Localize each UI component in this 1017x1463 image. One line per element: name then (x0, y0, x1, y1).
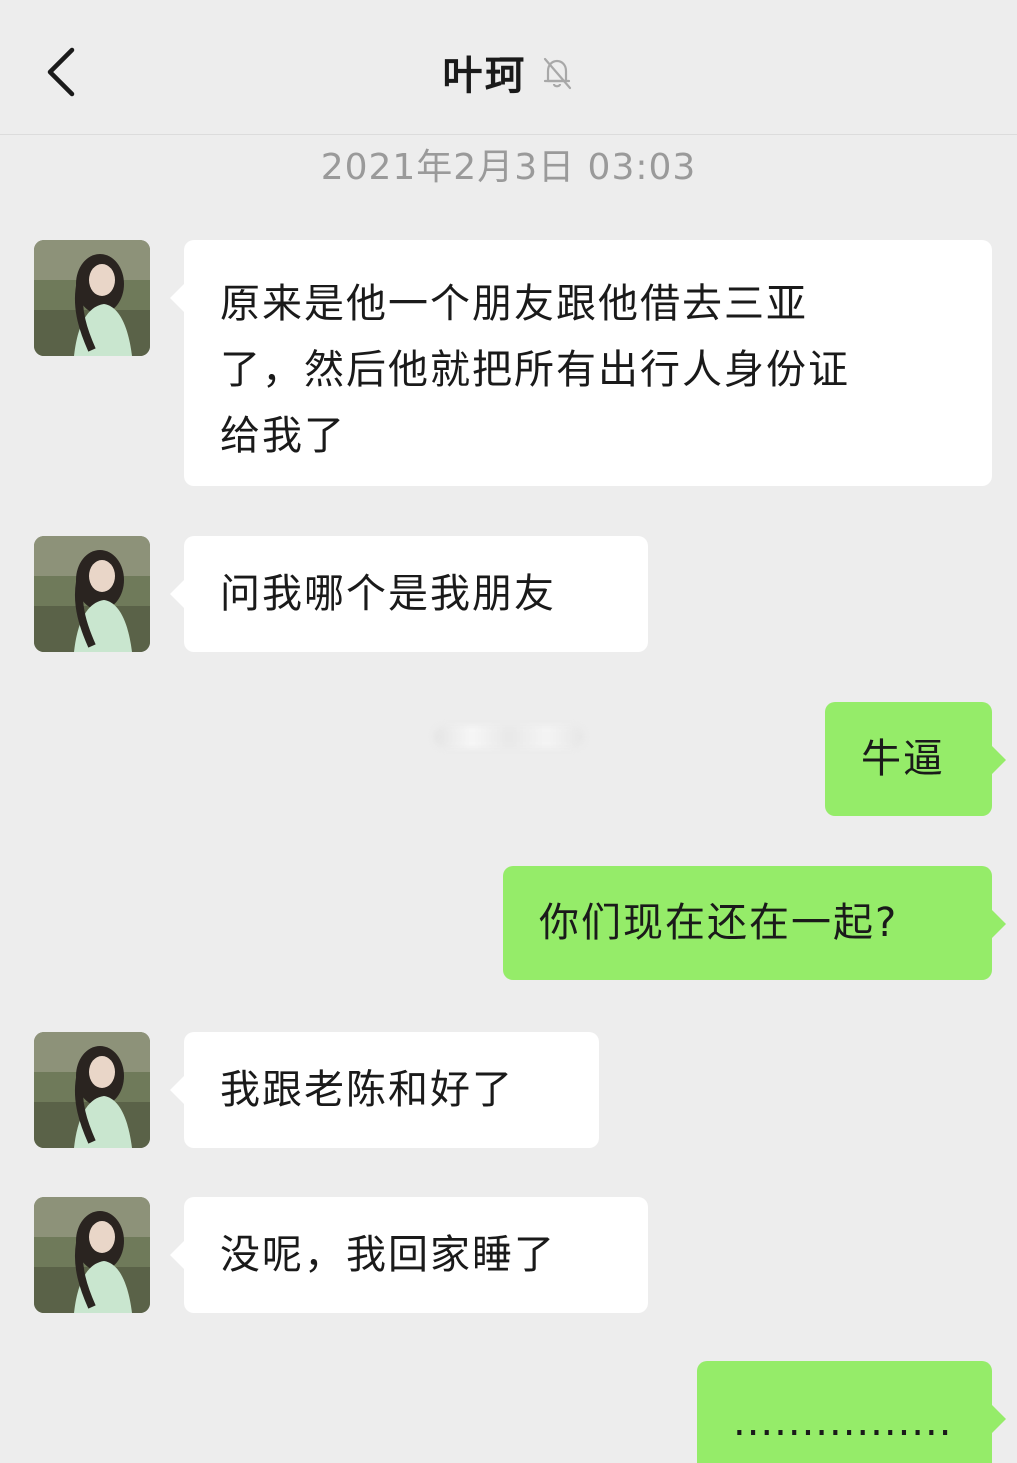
message-text: 我跟老陈和好了 (220, 1067, 514, 1113)
message-text: 问我哪个是我朋友 (220, 571, 556, 617)
outgoing-message-bubble[interactable]: 你们现在还在一起? (503, 866, 1006, 980)
incoming-message-bubble[interactable]: 没呢，我回家睡了 (170, 1197, 648, 1313)
message-text-line: 原来是他一个朋友跟他借去三亚 (220, 281, 808, 327)
message-text-line: 了，然后他就把所有出行人身份证 (220, 347, 850, 393)
avatar-photo (34, 240, 150, 356)
chat-title[interactable]: 叶珂 (443, 43, 527, 101)
message-text: 你们现在还在一起? (539, 900, 899, 946)
contact-avatar[interactable] (34, 536, 150, 652)
incoming-message-bubble[interactable]: 原来是他一个朋友跟他借去三亚 了，然后他就把所有出行人身份证 给我了 (170, 240, 992, 486)
incoming-message-bubble[interactable]: 我跟老陈和好了 (170, 1032, 599, 1148)
contact-avatar[interactable] (34, 1032, 150, 1148)
avatar-photo (34, 1032, 150, 1148)
contact-avatar[interactable] (34, 240, 150, 356)
incoming-message-bubble[interactable]: 问我哪个是我朋友 (170, 536, 648, 652)
outgoing-message-bubble[interactable]: ................ (697, 1361, 1006, 1463)
outgoing-message-bubble[interactable]: 牛逼 (825, 702, 1006, 816)
message-text: 牛逼 (861, 736, 945, 782)
avatar-photo (34, 536, 150, 652)
bell-muted-icon (543, 57, 571, 90)
message-text: ................ (733, 1399, 953, 1445)
chat-header: 叶珂 (0, 0, 1017, 135)
blurred-watermark (434, 726, 584, 748)
message-text-line: 给我了 (220, 413, 346, 459)
message-timestamp: 2021年2月3日 03:03 (320, 147, 697, 188)
message-text: 没呢，我回家睡了 (220, 1232, 556, 1278)
avatar-photo (34, 1197, 150, 1313)
contact-avatar[interactable] (34, 1197, 150, 1313)
